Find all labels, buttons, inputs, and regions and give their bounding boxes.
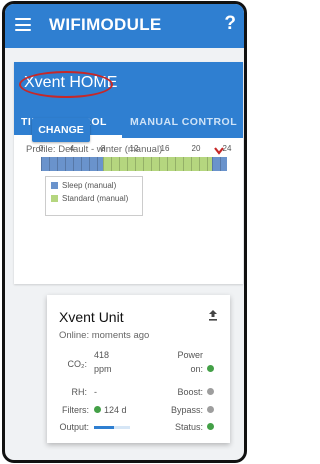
chevron-down-icon (214, 147, 224, 158)
app-title: WIFIMODULE (49, 15, 162, 34)
boost-label: Boost: (177, 387, 203, 397)
timeline-tick-label: 4 (69, 144, 75, 153)
filters-value: 124 d (104, 405, 127, 415)
schedule-timeline[interactable] (41, 157, 227, 171)
online-status: Online: moments ago (59, 330, 150, 341)
timeline-tick-label: 16 (160, 144, 170, 153)
help-icon[interactable]: ? (224, 13, 236, 35)
timeline-tick-label: 0 (38, 144, 44, 153)
rh-value: - (94, 387, 97, 397)
legend-swatch (51, 182, 58, 189)
timeline-segment-standard[interactable] (103, 157, 212, 171)
highlight-ring (19, 71, 113, 98)
power-label: Power (177, 350, 203, 360)
change-button[interactable]: CHANGE (32, 118, 90, 142)
output-label: Output: (59, 422, 89, 432)
power-label-on: on: (190, 364, 203, 374)
bypass-label: Bypass: (170, 405, 203, 415)
timeline-tick-labels: 0 4 8 12 16 20 24 (39, 144, 239, 156)
menu-icon[interactable] (15, 18, 31, 31)
co2-unit: ppm (94, 364, 112, 374)
timeline-tick-label: 20 (191, 144, 201, 153)
legend-label: Sleep (manual) (62, 181, 117, 190)
output-bar (94, 426, 130, 429)
unit-card[interactable]: Xvent Unit Online: moments ago CO₂: 418 … (47, 295, 230, 443)
app-bar: WIFIMODULE ? (5, 4, 244, 48)
timeline-tick-label: 8 (100, 144, 106, 153)
boost-status-dot (207, 388, 214, 395)
power-status-dot (207, 365, 214, 372)
unit-name: Xvent Unit (59, 309, 124, 325)
filters-status-dot (94, 406, 101, 413)
timeline-tick-label: 12 (129, 144, 139, 153)
legend-label: Standard (manual) (62, 194, 129, 203)
co2-value: 418 (94, 350, 110, 360)
timeline-segment-sleep[interactable] (41, 157, 103, 171)
output-bar-fill (94, 426, 114, 429)
filters-label: Filters: (62, 405, 89, 415)
bypass-status-dot (207, 406, 214, 413)
phone-frame: WIFIMODULE ? Xvent HOME TIME CONTROL MAN… (2, 1, 247, 463)
tab-manual-control[interactable]: MANUAL CONTROL (130, 108, 237, 138)
status-label: Status: (174, 422, 203, 432)
timeline-segment-sleep[interactable] (211, 157, 227, 171)
legend-swatch (51, 195, 58, 202)
upload-icon[interactable] (208, 308, 218, 321)
legend-item-sleep: Sleep (manual) (51, 181, 137, 190)
schedule-legend: Sleep (manual) Standard (manual) (45, 176, 143, 216)
co2-label: CO₂: (67, 359, 88, 369)
home-card: Xvent HOME TIME CONTROL MANUAL CONTROL P… (14, 62, 243, 284)
rh-label: RH: (71, 387, 88, 397)
legend-item-standard: Standard (manual) (51, 194, 137, 203)
status-dot (207, 423, 214, 430)
